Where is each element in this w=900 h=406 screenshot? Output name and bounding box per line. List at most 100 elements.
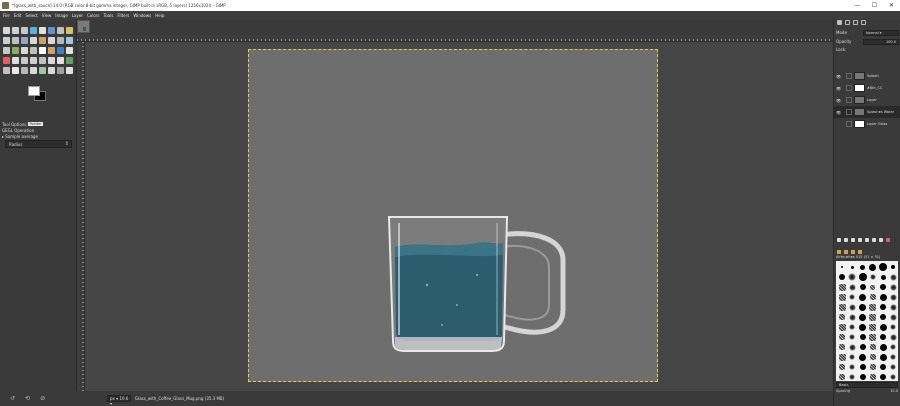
menu-colors[interactable]: Colors bbox=[87, 13, 100, 18]
brush-preset[interactable] bbox=[878, 372, 888, 382]
heal-icon[interactable] bbox=[57, 57, 64, 64]
link-chain-icon[interactable] bbox=[846, 97, 852, 103]
brush-preset[interactable] bbox=[847, 362, 857, 372]
brush-preset[interactable] bbox=[858, 352, 868, 362]
paths-icon[interactable] bbox=[66, 27, 73, 34]
mode-select[interactable]: Normal ▾ bbox=[863, 29, 899, 36]
brush-preset[interactable] bbox=[858, 332, 868, 342]
visibility-eye-icon[interactable]: 👁 bbox=[836, 110, 842, 115]
brush-preset[interactable] bbox=[858, 312, 868, 322]
brush-preset[interactable] bbox=[868, 332, 878, 342]
sample-average-toggle[interactable]: ▸ Sample average bbox=[2, 134, 38, 139]
channels-tab-icon[interactable] bbox=[845, 20, 850, 25]
zoom-select[interactable]: px ▾ 19.6 ▾ bbox=[107, 395, 131, 406]
brush-preset[interactable] bbox=[858, 262, 868, 272]
duplicate-layer-icon[interactable] bbox=[865, 238, 869, 242]
delete-icon[interactable]: ⊘ bbox=[40, 395, 45, 402]
align-icon[interactable] bbox=[12, 37, 19, 44]
brush-preset[interactable] bbox=[888, 372, 898, 382]
opacity-field[interactable]: 100.0 bbox=[863, 38, 899, 45]
foreground-color-swatch[interactable] bbox=[28, 86, 40, 96]
new-group-icon[interactable] bbox=[844, 238, 848, 242]
operation-select[interactable]: Radius ⇕ bbox=[5, 140, 72, 148]
close-button[interactable]: ✕ bbox=[883, 0, 900, 11]
warp-icon[interactable] bbox=[21, 47, 28, 54]
brush-preset[interactable] bbox=[888, 342, 898, 352]
brush-preset[interactable] bbox=[878, 342, 888, 352]
link-chain-icon[interactable] bbox=[846, 109, 852, 115]
gradients-tab-icon[interactable] bbox=[858, 249, 862, 254]
paths-tab-icon[interactable] bbox=[853, 20, 858, 25]
menu-edit[interactable]: Edit bbox=[14, 13, 22, 18]
unified-transform-icon[interactable] bbox=[30, 37, 37, 44]
menu-select[interactable]: Select bbox=[25, 13, 37, 18]
brush-preset[interactable] bbox=[837, 282, 847, 292]
perspective-icon[interactable] bbox=[66, 37, 73, 44]
brush-preset[interactable] bbox=[888, 262, 898, 272]
brush-preset[interactable] bbox=[837, 322, 847, 332]
brush-preset[interactable] bbox=[888, 312, 898, 322]
ink-icon[interactable] bbox=[30, 57, 37, 64]
brush-preset[interactable] bbox=[858, 372, 868, 382]
undo-tab-icon[interactable] bbox=[861, 20, 866, 25]
brush-preset[interactable] bbox=[888, 302, 898, 312]
brush-preset[interactable] bbox=[858, 362, 868, 372]
paintbrush-icon[interactable] bbox=[3, 57, 10, 64]
menu-file[interactable]: File bbox=[3, 13, 10, 18]
fill-icon[interactable] bbox=[66, 67, 73, 74]
brush-preset[interactable] bbox=[858, 282, 868, 292]
crop-2-icon[interactable] bbox=[48, 67, 55, 74]
new-layer-icon[interactable] bbox=[837, 238, 841, 242]
link-chain-icon[interactable] bbox=[846, 85, 852, 91]
shear-icon[interactable] bbox=[57, 37, 64, 44]
brush-preset[interactable] bbox=[847, 342, 857, 352]
scissors-icon[interactable] bbox=[48, 27, 55, 34]
layer-row[interactable]: Layer Glass bbox=[834, 118, 900, 130]
brush-preset[interactable] bbox=[837, 372, 847, 382]
smudge-icon[interactable] bbox=[66, 57, 73, 64]
brush-preset[interactable] bbox=[868, 282, 878, 292]
brush-preset[interactable] bbox=[847, 352, 857, 362]
brush-preset[interactable] bbox=[868, 362, 878, 372]
measure-icon[interactable] bbox=[21, 67, 28, 74]
brush-preset[interactable] bbox=[847, 312, 857, 322]
brush-preset[interactable] bbox=[868, 372, 878, 382]
brushes-tab-icon[interactable] bbox=[837, 249, 841, 254]
brush-preset[interactable] bbox=[837, 302, 847, 312]
raise-layer-icon[interactable] bbox=[851, 238, 855, 242]
clone-icon[interactable] bbox=[48, 57, 55, 64]
restore-icon[interactable]: ⟲ bbox=[25, 395, 30, 402]
brush-preset[interactable] bbox=[878, 262, 888, 272]
brush-preset[interactable] bbox=[878, 322, 888, 332]
brush-preset[interactable] bbox=[888, 362, 898, 372]
menu-image[interactable]: Image bbox=[55, 13, 68, 18]
pencil-icon[interactable] bbox=[66, 47, 73, 54]
maximize-button[interactable]: ☐ bbox=[866, 0, 883, 11]
brush-preset[interactable] bbox=[878, 292, 888, 302]
text-icon[interactable] bbox=[39, 47, 46, 54]
rect-select-icon[interactable] bbox=[3, 27, 10, 34]
reset-icon[interactable]: ↺ bbox=[10, 395, 15, 402]
link-chain-icon[interactable] bbox=[846, 121, 852, 127]
brush-preset[interactable] bbox=[868, 302, 878, 312]
brush-preset[interactable] bbox=[847, 372, 857, 382]
eraser-icon[interactable] bbox=[12, 57, 19, 64]
image-canvas[interactable] bbox=[248, 49, 658, 382]
menu-windows[interactable]: Windows bbox=[133, 13, 151, 18]
dodge-icon[interactable] bbox=[12, 67, 19, 74]
brush-grid[interactable] bbox=[836, 261, 898, 381]
brush-preset[interactable] bbox=[858, 292, 868, 302]
canvas-workspace[interactable] bbox=[85, 42, 833, 391]
brush-preset[interactable] bbox=[858, 342, 868, 352]
brush-preset[interactable] bbox=[868, 292, 878, 302]
brush-preset[interactable] bbox=[878, 332, 888, 342]
brush-preset[interactable] bbox=[837, 272, 847, 282]
brush-preset[interactable] bbox=[878, 272, 888, 282]
brush-preset[interactable] bbox=[837, 292, 847, 302]
spacing-value[interactable]: 10.0 bbox=[890, 389, 898, 395]
brush-preset[interactable] bbox=[847, 332, 857, 342]
brush-preset[interactable] bbox=[878, 302, 888, 312]
link-chain-icon[interactable] bbox=[846, 73, 852, 79]
lower-layer-icon[interactable] bbox=[858, 238, 862, 242]
handle-transform-icon[interactable] bbox=[30, 47, 37, 54]
